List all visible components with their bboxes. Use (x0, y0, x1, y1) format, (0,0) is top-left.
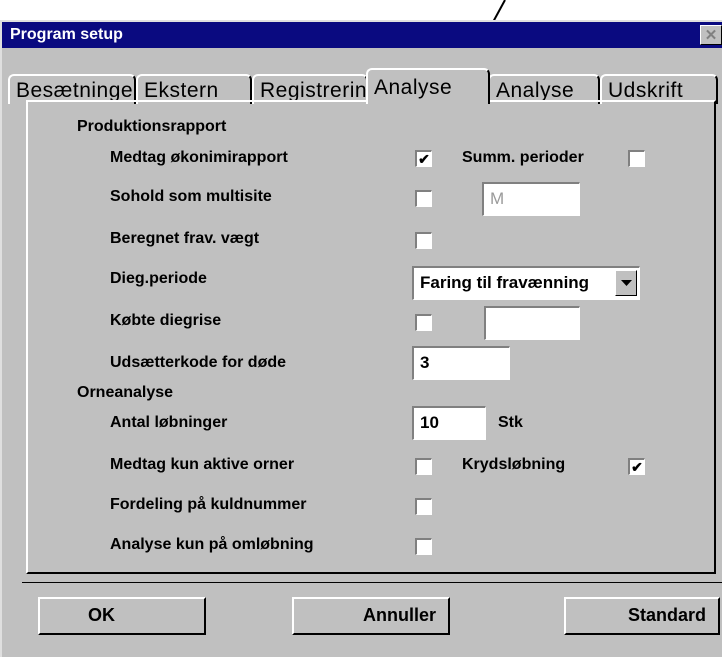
ok-button[interactable]: OK (38, 597, 206, 635)
sohold-multisite-label: Sohold som multisite (110, 188, 272, 205)
program-setup-dialog: Program setup ✕ Besætninger Ekstern Regi… (0, 20, 722, 657)
beregnet-frav-checkbox[interactable] (415, 232, 432, 249)
multisite-code-field[interactable]: M (482, 182, 580, 216)
stk-unit-label: Stk (498, 414, 523, 431)
dieg-periode-select[interactable]: Faring til fravænning (412, 266, 640, 300)
summ-perioder-checkbox[interactable] (628, 150, 645, 167)
tab-analyse-active[interactable]: Analyse (366, 68, 490, 104)
antal-loebninger-field[interactable]: 10 (412, 406, 486, 440)
analyse-omloeb-checkbox[interactable] (415, 538, 432, 555)
analyse-omloeb-label: Analyse kun på omløbning (110, 536, 314, 553)
fordeling-kuld-checkbox[interactable] (415, 498, 432, 515)
title-bar: Program setup ✕ (2, 22, 722, 48)
window-title: Program setup (10, 26, 123, 43)
koebte-diegrise-checkbox[interactable] (415, 314, 432, 331)
orneanalyse-heading: Orneanalyse (77, 384, 174, 401)
button-row-separator (22, 582, 722, 583)
produktionsrapport-heading: Produktionsrapport (77, 118, 227, 135)
medtag-oekonomi-checkbox[interactable]: ✔ (415, 150, 432, 167)
medtag-oekonomi-label: Medtag økonimirapport (110, 149, 288, 166)
annuller-button[interactable]: Annuller (292, 597, 450, 635)
standard-button[interactable]: Standard (564, 597, 720, 635)
udsaetterkode-field[interactable]: 3 (412, 346, 510, 380)
medtag-aktive-checkbox[interactable] (415, 458, 432, 475)
krydsloebning-checkbox[interactable]: ✔ (628, 458, 645, 475)
sohold-multisite-checkbox[interactable] (415, 190, 432, 207)
koebte-diegrise-field[interactable] (484, 306, 580, 340)
medtag-aktive-label: Medtag kun aktive orner (110, 456, 295, 473)
koebte-diegrise-label: Købte diegrise (110, 312, 222, 329)
dieg-periode-label: Dieg.periode (110, 270, 207, 287)
antal-loebninger-label: Antal løbninger (110, 414, 228, 431)
close-icon[interactable]: ✕ (700, 25, 722, 45)
krydsloebning-label: Krydsløbning (462, 456, 566, 473)
fordeling-kuld-label: Fordeling på kuldnummer (110, 496, 307, 513)
udsaetterkode-label: Udsætterkode for døde (110, 354, 287, 371)
summ-perioder-label: Summ. perioder (462, 149, 584, 166)
dieg-periode-value: Faring til fravænning (420, 273, 590, 292)
chevron-down-icon[interactable] (615, 270, 637, 296)
beregnet-frav-label: Beregnet frav. vægt (110, 230, 260, 247)
